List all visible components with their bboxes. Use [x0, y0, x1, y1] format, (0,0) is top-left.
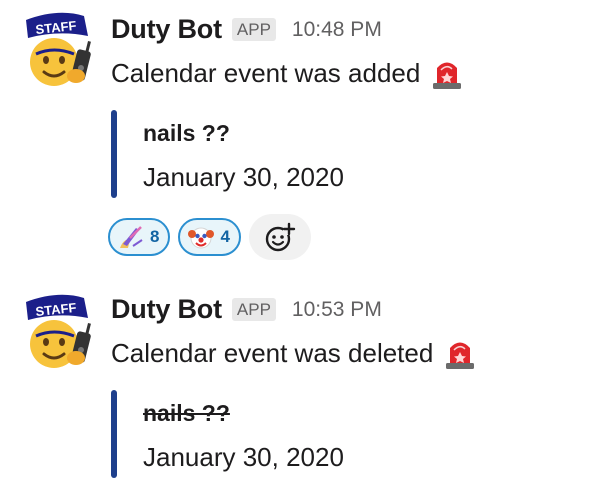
staff-emoji-avatar[interactable] [18, 292, 98, 372]
reaction-nail-polish[interactable]: 8 [108, 218, 171, 256]
reactions-bar: 8 4 [108, 214, 311, 260]
rotating-light-icon [430, 56, 464, 90]
add-reaction-button[interactable] [248, 214, 311, 260]
clown-face-icon [188, 224, 214, 250]
message-header: Duty Bot APP 10:48 PM [111, 14, 382, 45]
sender-name[interactable]: Duty Bot [111, 14, 222, 45]
message-text: Calendar event was added [111, 56, 464, 90]
sender-name[interactable]: Duty Bot [111, 294, 222, 325]
add-reaction-icon [263, 220, 297, 254]
rotating-light-icon [443, 336, 477, 370]
event-attachment: nails ?? January 30, 2020 [111, 390, 411, 478]
attachment-date: January 30, 2020 [143, 162, 344, 192]
timestamp[interactable]: 10:48 PM [292, 18, 382, 42]
reaction-count: 4 [220, 227, 230, 246]
message-body: Calendar event was deleted [111, 337, 434, 368]
attachment-bar [111, 110, 117, 198]
app-badge: APP [231, 298, 276, 321]
nail-polish-icon [118, 224, 144, 250]
event-attachment: nails ?? January 30, 2020 [111, 110, 411, 198]
reaction-clown-face[interactable]: 4 [178, 218, 241, 256]
message-text: Calendar event was deleted [111, 336, 477, 370]
timestamp[interactable]: 10:53 PM [292, 298, 382, 322]
staff-emoji-avatar[interactable] [18, 10, 98, 90]
attachment-title: nails ?? [143, 120, 230, 146]
message-header: Duty Bot APP 10:53 PM [111, 294, 382, 325]
reaction-count: 8 [150, 227, 160, 246]
attachment-title: nails ?? [143, 400, 230, 426]
attachment-date: January 30, 2020 [143, 442, 344, 472]
message-body: Calendar event was added [111, 57, 421, 88]
attachment-bar [111, 390, 117, 478]
app-badge: APP [231, 18, 276, 41]
